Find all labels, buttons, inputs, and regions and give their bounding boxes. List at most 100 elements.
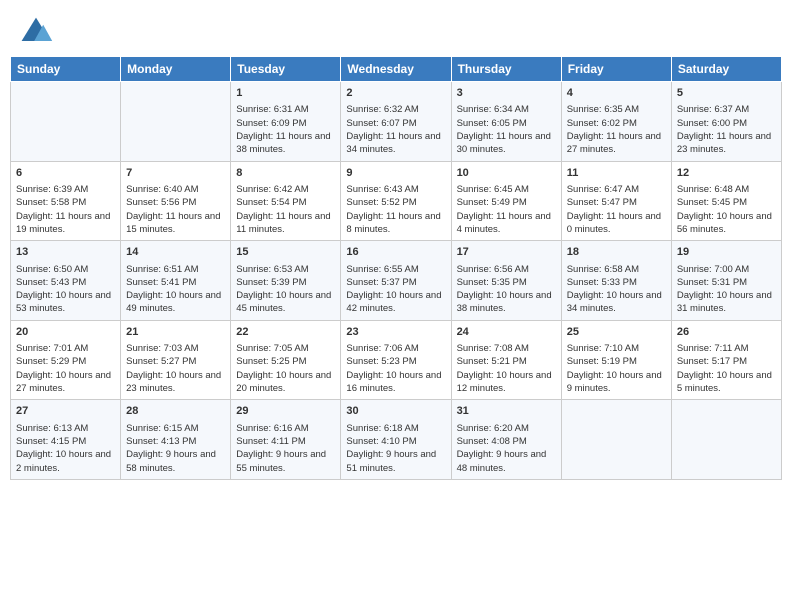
day-info: Daylight: 10 hours and 38 minutes. <box>457 289 556 316</box>
day-info: Daylight: 10 hours and 53 minutes. <box>16 289 115 316</box>
day-info: Sunset: 5:25 PM <box>236 355 335 368</box>
day-info: Daylight: 11 hours and 30 minutes. <box>457 130 556 157</box>
day-info: Sunset: 5:45 PM <box>677 196 776 209</box>
calendar-cell: 10Sunrise: 6:45 AMSunset: 5:49 PMDayligh… <box>451 161 561 241</box>
calendar-cell: 9Sunrise: 6:43 AMSunset: 5:52 PMDaylight… <box>341 161 451 241</box>
day-header-monday: Monday <box>121 57 231 82</box>
calendar-cell <box>561 400 671 480</box>
day-info: Sunset: 5:31 PM <box>677 276 776 289</box>
header-row: SundayMondayTuesdayWednesdayThursdayFrid… <box>11 57 782 82</box>
day-number: 25 <box>567 325 666 340</box>
calendar-cell: 29Sunrise: 6:16 AMSunset: 4:11 PMDayligh… <box>231 400 341 480</box>
day-info: Sunrise: 6:15 AM <box>126 422 225 435</box>
day-info: Daylight: 11 hours and 8 minutes. <box>346 210 445 237</box>
day-number: 8 <box>236 166 335 181</box>
day-info: Sunset: 5:41 PM <box>126 276 225 289</box>
day-info: Sunrise: 6:42 AM <box>236 183 335 196</box>
day-number: 29 <box>236 404 335 419</box>
day-info: Sunset: 5:39 PM <box>236 276 335 289</box>
day-info: Sunset: 4:10 PM <box>346 435 445 448</box>
day-info: Sunset: 5:43 PM <box>16 276 115 289</box>
calendar-cell: 2Sunrise: 6:32 AMSunset: 6:07 PMDaylight… <box>341 82 451 162</box>
logo-icon <box>18 14 54 50</box>
day-info: Sunset: 4:11 PM <box>236 435 335 448</box>
day-number: 7 <box>126 166 225 181</box>
day-number: 26 <box>677 325 776 340</box>
day-info: Sunrise: 6:47 AM <box>567 183 666 196</box>
day-info: Daylight: 11 hours and 19 minutes. <box>16 210 115 237</box>
day-info: Daylight: 11 hours and 0 minutes. <box>567 210 666 237</box>
calendar-cell: 7Sunrise: 6:40 AMSunset: 5:56 PMDaylight… <box>121 161 231 241</box>
calendar-cell: 20Sunrise: 7:01 AMSunset: 5:29 PMDayligh… <box>11 320 121 400</box>
day-number: 9 <box>346 166 445 181</box>
day-number: 11 <box>567 166 666 181</box>
day-info: Sunrise: 7:01 AM <box>16 342 115 355</box>
day-info: Daylight: 10 hours and 2 minutes. <box>16 448 115 475</box>
page: SundayMondayTuesdayWednesdayThursdayFrid… <box>0 0 792 612</box>
day-info: Sunrise: 6:20 AM <box>457 422 556 435</box>
calendar-body: 1Sunrise: 6:31 AMSunset: 6:09 PMDaylight… <box>11 82 782 480</box>
day-number: 22 <box>236 325 335 340</box>
calendar-week-5: 27Sunrise: 6:13 AMSunset: 4:15 PMDayligh… <box>11 400 782 480</box>
day-info: Sunrise: 6:48 AM <box>677 183 776 196</box>
day-info: Daylight: 9 hours and 51 minutes. <box>346 448 445 475</box>
day-info: Daylight: 10 hours and 42 minutes. <box>346 289 445 316</box>
day-info: Daylight: 11 hours and 11 minutes. <box>236 210 335 237</box>
day-number: 24 <box>457 325 556 340</box>
day-number: 28 <box>126 404 225 419</box>
day-info: Sunrise: 6:55 AM <box>346 263 445 276</box>
calendar-cell: 13Sunrise: 6:50 AMSunset: 5:43 PMDayligh… <box>11 241 121 321</box>
day-info: Sunrise: 7:06 AM <box>346 342 445 355</box>
calendar-week-1: 1Sunrise: 6:31 AMSunset: 6:09 PMDaylight… <box>11 82 782 162</box>
day-number: 4 <box>567 86 666 101</box>
day-info: Daylight: 10 hours and 31 minutes. <box>677 289 776 316</box>
day-info: Sunset: 5:17 PM <box>677 355 776 368</box>
day-info: Daylight: 10 hours and 16 minutes. <box>346 369 445 396</box>
day-header-tuesday: Tuesday <box>231 57 341 82</box>
day-info: Sunrise: 6:32 AM <box>346 103 445 116</box>
calendar-cell: 4Sunrise: 6:35 AMSunset: 6:02 PMDaylight… <box>561 82 671 162</box>
day-number: 17 <box>457 245 556 260</box>
day-info: Sunset: 5:23 PM <box>346 355 445 368</box>
day-info: Daylight: 11 hours and 38 minutes. <box>236 130 335 157</box>
calendar-cell: 11 Sunrise: 6:47 AMSunset: 5:47 PMDayligh… <box>561 161 671 241</box>
calendar-cell: 15Sunrise: 6:53 AMSunset: 5:39 PMDayligh… <box>231 241 341 321</box>
day-number: 27 <box>16 404 115 419</box>
day-info: Sunrise: 7:08 AM <box>457 342 556 355</box>
day-info: Sunrise: 6:51 AM <box>126 263 225 276</box>
day-info: Sunrise: 6:35 AM <box>567 103 666 116</box>
day-info: Sunset: 4:15 PM <box>16 435 115 448</box>
day-info: Sunset: 6:02 PM <box>567 117 666 130</box>
day-info: Sunrise: 7:03 AM <box>126 342 225 355</box>
day-info: Daylight: 10 hours and 23 minutes. <box>126 369 225 396</box>
day-header-friday: Friday <box>561 57 671 82</box>
header <box>0 0 792 56</box>
day-info: Sunset: 5:49 PM <box>457 196 556 209</box>
day-number: 12 <box>677 166 776 181</box>
day-info: Daylight: 10 hours and 49 minutes. <box>126 289 225 316</box>
day-info: Sunset: 5:56 PM <box>126 196 225 209</box>
day-number: 18 <box>567 245 666 260</box>
day-info: Sunset: 4:08 PM <box>457 435 556 448</box>
calendar-cell: 16Sunrise: 6:55 AMSunset: 5:37 PMDayligh… <box>341 241 451 321</box>
day-info: Sunrise: 7:00 AM <box>677 263 776 276</box>
day-number: 6 <box>16 166 115 181</box>
calendar-header: SundayMondayTuesdayWednesdayThursdayFrid… <box>11 57 782 82</box>
calendar-cell: 21Sunrise: 7:03 AMSunset: 5:27 PMDayligh… <box>121 320 231 400</box>
day-info: Sunset: 5:58 PM <box>16 196 115 209</box>
calendar-cell: 14Sunrise: 6:51 AMSunset: 5:41 PMDayligh… <box>121 241 231 321</box>
day-info: Sunrise: 6:16 AM <box>236 422 335 435</box>
calendar-cell: 19 Sunrise: 7:00 AMSunset: 5:31 PMDayligh… <box>671 241 781 321</box>
calendar-cell: 17Sunrise: 6:56 AMSunset: 5:35 PMDayligh… <box>451 241 561 321</box>
day-info: Sunset: 5:47 PM <box>567 196 666 209</box>
calendar-cell <box>11 82 121 162</box>
calendar-cell: 25Sunrise: 7:10 AMSunset: 5:19 PMDayligh… <box>561 320 671 400</box>
day-info: Daylight: 10 hours and 12 minutes. <box>457 369 556 396</box>
day-number: 3 <box>457 86 556 101</box>
day-header-sunday: Sunday <box>11 57 121 82</box>
calendar-cell: 26Sunrise: 7:11 AMSunset: 5:17 PMDayligh… <box>671 320 781 400</box>
day-info: Sunset: 4:13 PM <box>126 435 225 448</box>
day-info: Sunset: 6:05 PM <box>457 117 556 130</box>
day-number: 10 <box>457 166 556 181</box>
day-number: 19 <box>677 245 776 260</box>
